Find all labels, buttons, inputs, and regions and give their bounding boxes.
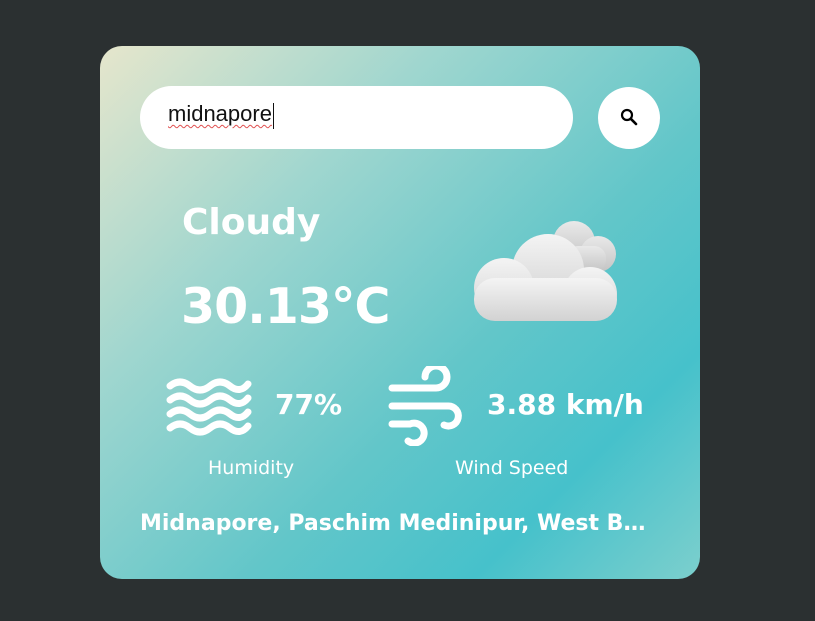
humidity-waves-icon bbox=[166, 378, 252, 436]
search-icon bbox=[620, 108, 638, 126]
search-box[interactable]: midnapore bbox=[140, 86, 573, 149]
wind-icon bbox=[388, 366, 462, 446]
text-caret bbox=[273, 103, 274, 129]
wind-speed-value: 3.88 km/h bbox=[487, 388, 644, 421]
location-name: Midnapore, Paschim Medinipur, West Benga… bbox=[140, 511, 660, 536]
cloud-icon bbox=[474, 221, 617, 321]
humidity-label: Humidity bbox=[208, 457, 295, 479]
search-input[interactable]: midnapore bbox=[168, 101, 272, 127]
weather-condition: Cloudy bbox=[182, 202, 321, 243]
temperature: 30.13°C bbox=[181, 278, 390, 335]
search-button[interactable] bbox=[598, 87, 660, 149]
humidity-value: 77% bbox=[275, 388, 343, 421]
weather-card: midnapore Cloudy 30.13°C 77% Humidity 3.… bbox=[100, 46, 700, 579]
wind-speed-label: Wind Speed bbox=[455, 457, 569, 479]
